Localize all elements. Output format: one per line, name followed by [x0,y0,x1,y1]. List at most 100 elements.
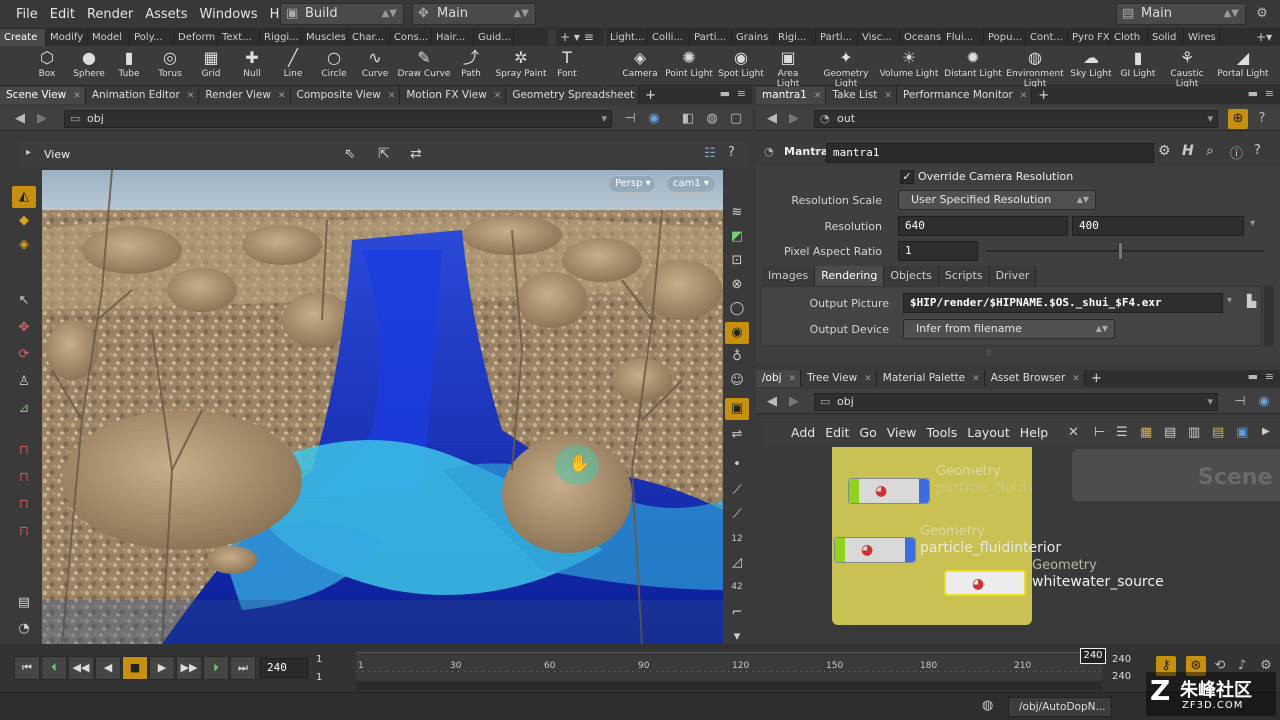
network-menu-add[interactable]: Add [786,421,820,445]
tab-scene-view[interactable]: Scene View ✕ [0,87,86,104]
menu-icon[interactable]: ≡ [1265,87,1274,100]
shelf-tool[interactable]: ∿ Curve [354,46,396,86]
cube-icon[interactable]: ◧ [678,109,698,129]
persp-menu[interactable]: Persp ▾ [608,175,656,193]
path-field[interactable]: ▭ obj ▾ [814,393,1218,411]
shelf-tab[interactable]: Oceans [900,29,942,46]
shelf-tab[interactable]: Pyro FX [1068,29,1110,46]
note-icon[interactable]: ▤ [1212,425,1224,440]
shelf-tool[interactable]: ✺ Point Light [664,46,714,86]
shelf-tab[interactable]: Cloth [1110,29,1148,46]
back-arrow-icon[interactable]: ◀ [762,392,782,412]
menu-file[interactable]: File [10,0,44,29]
subtab-rendering[interactable]: Rendering [815,266,885,286]
menu-assets[interactable]: Assets [139,0,193,29]
tab-mantra1[interactable]: mantra1 ✕ [756,87,827,104]
close-icon[interactable]: ✕ [972,374,980,384]
primitives-mode-icon[interactable]: ◈ [12,234,36,256]
tab-render-view[interactable]: Render View ✕ [199,87,291,104]
node-whitewater-source[interactable]: ◕ [944,570,1026,596]
shelf-actions-right[interactable]: +▾ [1252,29,1280,46]
shelf-tab-create[interactable]: Create [0,29,46,46]
shelf-tool[interactable]: ◍ Environment Light [1006,46,1064,89]
shelf-tab[interactable]: Muscles [302,29,348,46]
shelf-tab[interactable]: Rigi... [774,29,816,46]
menu-render[interactable]: Render [81,0,139,29]
menu-windows[interactable]: Windows [194,0,264,29]
add-icon[interactable]: + [1256,30,1266,44]
dot-icon[interactable]: • [725,454,749,476]
play-icon[interactable]: ▶ [149,656,175,680]
network-selector[interactable]: ✥ Main ▲▼ [412,3,536,25]
chevron-down-icon[interactable]: ▾ [1227,295,1232,306]
tab-tree-view[interactable]: Tree View ✕ [801,370,877,387]
link-icon[interactable]: ◉ [644,109,664,129]
back-arrow-icon[interactable]: ◀ [762,109,782,129]
node-particle-fluidinterior[interactable]: ◕ [834,537,916,563]
maximize-icon[interactable]: ▬ [720,87,730,100]
shelf-tab[interactable]: Colli... [648,29,690,46]
pin-icon[interactable]: ⊣ [1230,392,1250,412]
scene-viewport[interactable]: Persp ▾ cam1 ▾ ✋ ⊥ [42,170,723,644]
close-icon[interactable]: ✕ [388,91,396,101]
path-field[interactable]: ▭ obj ▾ [64,110,612,128]
shelf-tool[interactable]: ✲ Spray Paint [494,46,548,86]
shelf-tool[interactable]: ⬡ Box [28,46,66,86]
resolution-y-field[interactable]: 400 [1072,216,1244,236]
shelf-tool[interactable]: ● Sphere [70,46,108,86]
resize-grip-icon[interactable]: ⁞⁞ [986,348,996,357]
pick-tool-icon[interactable]: ⇱ [378,146,390,162]
shelf-tab[interactable]: Riggi... [260,29,302,46]
tab-obj[interactable]: /obj ✕ [756,370,802,387]
network-editor[interactable]: Scene ◕ Geometry particle_fluid ◕ Geometr… [762,447,1280,644]
gear-icon[interactable]: ⚙ [1158,143,1171,159]
subtab-objects[interactable]: Objects [884,266,939,286]
shaded-icon[interactable]: ◩ [725,226,749,248]
shelf-tool[interactable]: ◈ Camera [618,46,662,86]
close-icon[interactable]: ✕ [73,91,81,101]
node-name-field[interactable]: mantra1 [826,143,1154,163]
current-frame-marker[interactable]: 240 [1080,648,1106,664]
chevron-down-icon[interactable]: ▾ [1266,30,1272,44]
snap-grid-icon[interactable]: ⊓ [12,440,36,462]
add-tab-icon[interactable]: + [1085,370,1106,387]
shelf-tab[interactable]: Parti... [690,29,732,46]
render-icon[interactable]: ▣ [725,398,749,420]
layer-icon[interactable]: ▤ [12,592,36,614]
split-icon[interactable]: ▥ [1188,425,1200,440]
tab-animation-editor[interactable]: Animation Editor ✕ [85,87,200,104]
close-icon[interactable]: ✕ [278,91,286,101]
shelf-tab[interactable]: Text... [218,29,260,46]
desktop-selector[interactable]: ▣ Build ▲▼ [280,3,404,25]
network-menu-view[interactable]: View [882,421,922,445]
subtab-scripts[interactable]: Scripts [938,266,990,286]
chevron-down-icon[interactable]: ▾ [574,30,580,44]
shelf-tool[interactable]: ⤴ Path [452,46,490,86]
stop-icon[interactable]: ■ [122,656,148,680]
shelf-tab[interactable]: Hair... [432,29,474,46]
shelf-tool[interactable]: T Font [548,46,586,86]
add-icon[interactable]: + [560,30,570,44]
wrench-icon[interactable]: ✕ [1068,425,1079,440]
render-flag[interactable] [905,538,915,562]
shelf-tab[interactable]: Cont... [1026,29,1068,46]
grid-size-icon[interactable]: 12 [725,528,749,550]
forward-arrow-icon[interactable]: ▶ [784,392,804,412]
tab-geometry-spreadsheet[interactable]: Geometry Spreadsheet [506,87,640,104]
help-icon[interactable]: ? [1254,143,1261,158]
tab-take-list[interactable]: Take List ✕ [826,87,897,104]
shelf-tab[interactable]: Visc... [858,29,900,46]
no-icon[interactable]: ⊗ [725,274,749,296]
prev-key-icon[interactable]: ◀◀ [68,656,94,680]
chevron-right-icon[interactable]: ▸ [26,147,31,158]
forward-arrow-icon[interactable]: ▶ [784,109,804,129]
search-icon[interactable]: ⌕ [1206,143,1214,159]
tab-motion-fx-view[interactable]: Motion FX View ✕ [400,87,507,104]
network-menu-go[interactable]: Go [854,421,881,445]
jump-end-icon[interactable]: ⏭ [230,656,256,680]
sphere-icon[interactable]: ◯ [725,298,749,320]
maximize-icon[interactable]: ▬ [1248,370,1258,383]
network-menu-help[interactable]: Help [1015,421,1054,445]
shelf-tab[interactable]: Solid [1148,29,1184,46]
shelf-tool[interactable]: ◎ Torus [150,46,190,86]
